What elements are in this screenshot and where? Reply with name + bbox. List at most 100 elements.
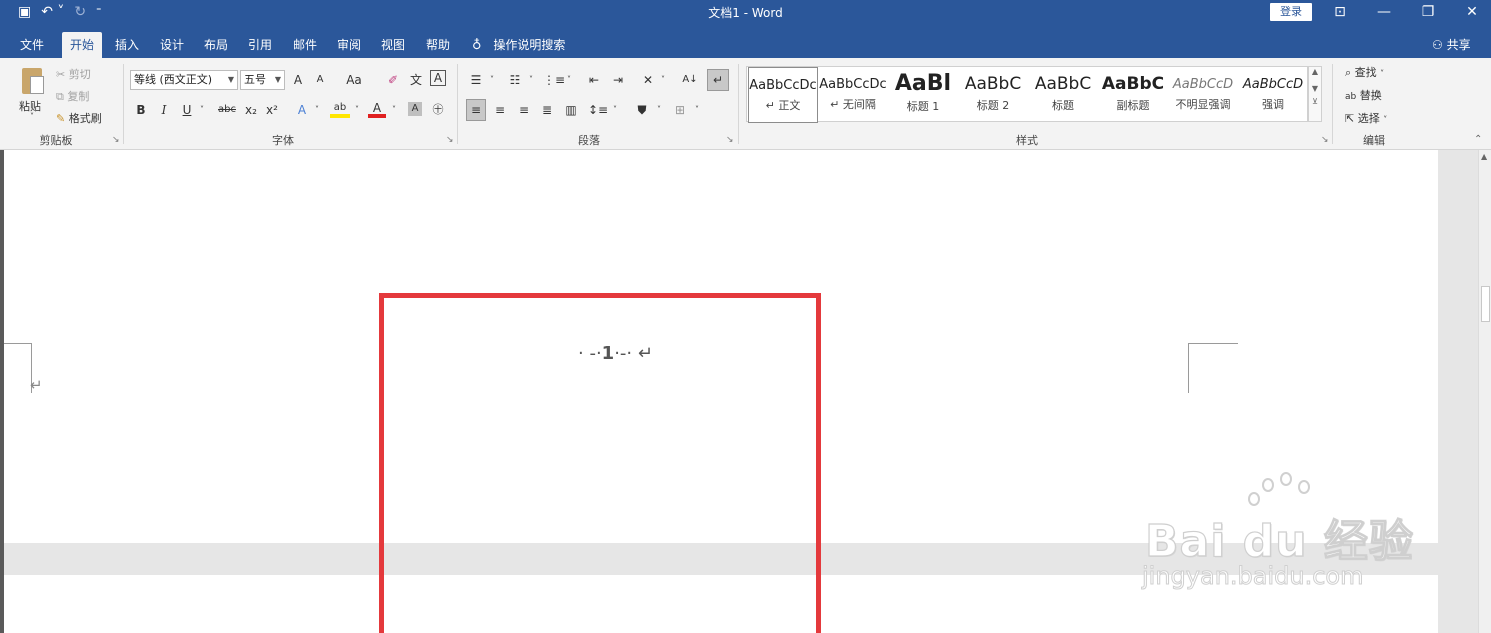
- highlight-icon[interactable]: ab: [330, 98, 350, 118]
- restore-icon[interactable]: ❐: [1406, 0, 1450, 24]
- share-button[interactable]: ⚇ 共享: [1432, 32, 1471, 58]
- cursor-icon: ⇱: [1345, 112, 1355, 125]
- ribbon-tabs: 文件 开始 插入 设计 布局 引用 邮件 审阅 视图 帮助 ♁ 操作说明搜索 ⚇…: [0, 30, 1491, 58]
- bullets-icon[interactable]: ☰: [466, 70, 486, 90]
- scroll-up-icon[interactable]: ▲: [1481, 152, 1487, 161]
- multilevel-list-icon[interactable]: ⋮≡: [543, 70, 565, 90]
- paste-dropdown-icon[interactable]: ˅: [30, 112, 34, 121]
- chinese-layout-dropdown-icon[interactable]: ˅: [658, 70, 668, 90]
- shading-dropdown-icon[interactable]: ˅: [654, 100, 664, 120]
- tell-me-search[interactable]: ♁ 操作说明搜索: [472, 32, 565, 58]
- highlight-dropdown-icon[interactable]: ˅: [352, 100, 362, 120]
- align-right-icon[interactable]: ≡: [514, 100, 534, 120]
- font-name-select[interactable]: 等线 (西文正文) ▼: [130, 70, 238, 90]
- font-color-dropdown-icon[interactable]: ˅: [389, 100, 399, 120]
- chinese-layout-icon[interactable]: ✕: [638, 70, 658, 90]
- align-left-icon[interactable]: ≡: [466, 99, 486, 121]
- shrink-font-icon[interactable]: A: [313, 70, 327, 90]
- paragraph-group-label: 段落: [578, 134, 600, 147]
- multilevel-dropdown-icon[interactable]: ˅: [564, 70, 574, 90]
- styles-launcher-icon[interactable]: ↘: [1321, 135, 1329, 145]
- italic-icon[interactable]: I: [157, 100, 171, 120]
- style-subtitle[interactable]: AaBbC 副标题: [1098, 67, 1168, 123]
- borders-icon[interactable]: ⊞: [670, 100, 690, 120]
- tab-review[interactable]: 审阅: [329, 32, 369, 58]
- copy-icon: ⧉: [56, 90, 64, 103]
- style-heading-2[interactable]: AaBbC 标题 2: [958, 67, 1028, 123]
- style-heading-1[interactable]: AaBl 标题 1: [888, 67, 958, 123]
- style-normal[interactable]: AaBbCcDc ↵ 正文: [748, 67, 818, 123]
- tab-design[interactable]: 设计: [152, 32, 192, 58]
- show-marks-icon[interactable]: ↵: [707, 69, 729, 91]
- tab-references[interactable]: 引用: [240, 32, 280, 58]
- numbering-icon[interactable]: ☷: [505, 70, 525, 90]
- underline-dropdown-icon[interactable]: ˅: [197, 100, 207, 120]
- style-title[interactable]: AaBbC 标题: [1028, 67, 1098, 123]
- underline-icon[interactable]: U: [180, 100, 194, 120]
- ribbon-display-icon[interactable]: ⊡: [1318, 0, 1362, 24]
- paragraph-mark[interactable]: ↵: [30, 376, 43, 394]
- highlight-box: [379, 293, 821, 633]
- font-size-select[interactable]: 五号 ▼: [240, 70, 285, 90]
- subscript-icon[interactable]: x₂: [243, 100, 259, 120]
- bold-icon[interactable]: B: [134, 100, 148, 120]
- tab-mailings[interactable]: 邮件: [285, 32, 325, 58]
- chevron-down-icon[interactable]: ▼: [1309, 84, 1321, 93]
- cut-button[interactable]: ✂ 剪切: [56, 66, 91, 82]
- more-styles-icon[interactable]: ⊻: [1309, 97, 1321, 106]
- decrease-indent-icon[interactable]: ⇤: [585, 70, 603, 90]
- tab-layout[interactable]: 布局: [196, 32, 236, 58]
- justify-icon[interactable]: ≣: [537, 100, 557, 120]
- login-button[interactable]: 登录: [1270, 3, 1312, 21]
- paragraph-launcher-icon[interactable]: ↘: [726, 135, 734, 145]
- tab-view[interactable]: 视图: [373, 32, 413, 58]
- sort-icon[interactable]: A↓: [680, 70, 700, 90]
- font-launcher-icon[interactable]: ↘: [446, 135, 454, 145]
- chevron-up-icon[interactable]: ▲: [1309, 67, 1321, 76]
- style-subtle-emphasis[interactable]: AaBbCcD 不明显强调: [1168, 67, 1238, 123]
- collapse-ribbon-icon[interactable]: ⌃: [1474, 134, 1482, 145]
- copy-button[interactable]: ⧉ 复制: [56, 88, 89, 104]
- paste-icon[interactable]: [18, 66, 48, 98]
- shading-icon[interactable]: ⛊: [632, 100, 652, 120]
- line-spacing-dropdown-icon[interactable]: ˅: [610, 100, 620, 120]
- style-no-spacing[interactable]: AaBbCcDc ↵ 无间隔: [818, 67, 888, 123]
- tab-help[interactable]: 帮助: [418, 32, 458, 58]
- format-painter-button[interactable]: ✎ 格式刷: [56, 110, 102, 126]
- increase-indent-icon[interactable]: ⇥: [609, 70, 627, 90]
- font-color-icon[interactable]: A: [368, 98, 386, 118]
- bullets-dropdown-icon[interactable]: ˅: [487, 70, 497, 90]
- scroll-thumb[interactable]: [1481, 286, 1490, 322]
- align-center-icon[interactable]: ≡: [490, 100, 510, 120]
- enclose-char-icon[interactable]: ㊉: [430, 100, 446, 120]
- style-emphasis[interactable]: AaBbCcD 强调: [1238, 67, 1308, 123]
- char-shading-icon[interactable]: A: [408, 102, 422, 116]
- text-effects-dropdown-icon[interactable]: ˅: [312, 100, 322, 120]
- replace-button[interactable]: ab 替换: [1345, 87, 1382, 103]
- numbering-dropdown-icon[interactable]: ˅: [526, 70, 536, 90]
- clear-format-icon[interactable]: ✐: [385, 70, 401, 90]
- tab-file[interactable]: 文件: [12, 32, 52, 58]
- phonetic-guide-icon[interactable]: 文: [408, 70, 424, 90]
- tab-insert[interactable]: 插入: [107, 32, 147, 58]
- select-button[interactable]: ⇱ 选择 ˅: [1345, 110, 1387, 126]
- superscript-icon[interactable]: x²: [264, 100, 280, 120]
- minimize-icon[interactable]: —: [1362, 0, 1406, 24]
- strikethrough-icon[interactable]: abc: [216, 100, 238, 120]
- grow-font-icon[interactable]: A: [291, 70, 305, 90]
- distributed-icon[interactable]: ▥: [561, 100, 581, 120]
- borders-dropdown-icon[interactable]: ˅: [692, 100, 702, 120]
- clipboard-launcher-icon[interactable]: ↘: [112, 135, 120, 145]
- font-group-label: 字体: [272, 134, 294, 147]
- change-case-icon[interactable]: Aa: [341, 70, 367, 90]
- word-window: ▣ ↶ ˅ ↻ ⁼ 文档1 - Word 登录 ⊡ — ❐ ✕ 文件 开始 插入…: [0, 0, 1491, 633]
- find-button[interactable]: ⌕ 查找 ˅: [1345, 64, 1384, 80]
- char-border-icon[interactable]: A: [430, 70, 446, 86]
- text-effects-icon[interactable]: A: [294, 100, 310, 120]
- paw-icon: [1280, 472, 1292, 486]
- tab-home[interactable]: 开始: [62, 32, 103, 58]
- vertical-scrollbar[interactable]: ▲: [1478, 150, 1491, 633]
- styles-gallery-scroll[interactable]: ▲ ▼ ⊻: [1308, 66, 1322, 122]
- close-icon[interactable]: ✕: [1450, 0, 1491, 24]
- line-spacing-icon[interactable]: ↕≡: [588, 100, 608, 120]
